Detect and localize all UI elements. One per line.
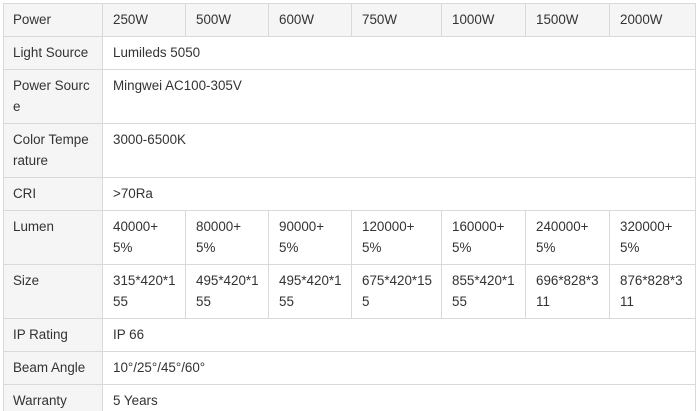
table-row-cri: CRI >70Ra: [3, 177, 696, 211]
warranty-value: 5 Years: [102, 384, 696, 411]
header-row: Power 250W 500W 600W 750W 1000W 1500W 20…: [3, 3, 696, 37]
lumen-cell-750w: 120000+5%: [351, 210, 442, 265]
header-cell-600w: 600W: [268, 3, 352, 37]
spec-table-container: Power 250W 500W 600W 750W 1000W 1500W 20…: [0, 0, 697, 411]
row-label-power-source: Power Source: [3, 69, 103, 124]
size-cell-750w: 675*420*155: [351, 264, 442, 319]
lumen-cell-2000w: 320000+5%: [609, 210, 696, 265]
table-row-power-source: Power Source Mingwei AC100-305V: [3, 69, 696, 124]
table-row-color-temperature: Color Temperature 3000-6500K: [3, 123, 696, 178]
power-source-value: Mingwei AC100-305V: [102, 69, 696, 124]
row-label-size: Size: [3, 264, 103, 319]
size-cell-1500w: 696*828*311: [525, 264, 610, 319]
ip-rating-value: IP 66: [102, 318, 696, 352]
size-cell-600w: 495*420*155: [268, 264, 352, 319]
row-label-warranty: Warranty: [3, 384, 103, 411]
header-cell-2000w: 2000W: [609, 3, 696, 37]
table-row-lumen: Lumen 40000+5% 80000+5% 90000+5% 120000+…: [3, 210, 696, 265]
lumen-cell-1000w: 160000+5%: [441, 210, 526, 265]
light-source-value: Lumileds 5050: [102, 36, 696, 70]
lumen-cell-250w: 40000+5%: [102, 210, 186, 265]
lumen-cell-1500w: 240000+5%: [525, 210, 610, 265]
row-label-beam-angle: Beam Angle: [3, 351, 103, 385]
table-row-light-source: Light Source Lumileds 5050: [3, 36, 696, 70]
size-cell-250w: 315*420*155: [102, 264, 186, 319]
table-row-beam-angle: Beam Angle 10°/25°/45°/60°: [3, 351, 696, 385]
table-row-size: Size 315*420*155 495*420*155 495*420*155…: [3, 264, 696, 319]
row-label-color-temperature: Color Temperature: [3, 123, 103, 178]
header-cell-power: Power: [3, 3, 103, 37]
size-cell-500w: 495*420*155: [185, 264, 269, 319]
header-cell-750w: 750W: [351, 3, 442, 37]
lumen-cell-600w: 90000+5%: [268, 210, 352, 265]
row-label-cri: CRI: [3, 177, 103, 211]
spec-table: Power 250W 500W 600W 750W 1000W 1500W 20…: [3, 3, 696, 411]
beam-angle-value: 10°/25°/45°/60°: [102, 351, 696, 385]
row-label-lumen: Lumen: [3, 210, 103, 265]
lumen-cell-500w: 80000+5%: [185, 210, 269, 265]
color-temperature-value: 3000-6500K: [102, 123, 696, 178]
table-row-ip-rating: IP Rating IP 66: [3, 318, 696, 352]
header-cell-1500w: 1500W: [525, 3, 610, 37]
cri-value: >70Ra: [102, 177, 696, 211]
size-cell-2000w: 876*828*311: [609, 264, 696, 319]
header-cell-250w: 250W: [102, 3, 186, 37]
size-cell-1000w: 855*420*155: [441, 264, 526, 319]
row-label-ip-rating: IP Rating: [3, 318, 103, 352]
row-label-light-source: Light Source: [3, 36, 103, 70]
table-row-warranty: Warranty 5 Years: [3, 384, 696, 411]
header-cell-1000w: 1000W: [441, 3, 526, 37]
header-cell-500w: 500W: [185, 3, 269, 37]
